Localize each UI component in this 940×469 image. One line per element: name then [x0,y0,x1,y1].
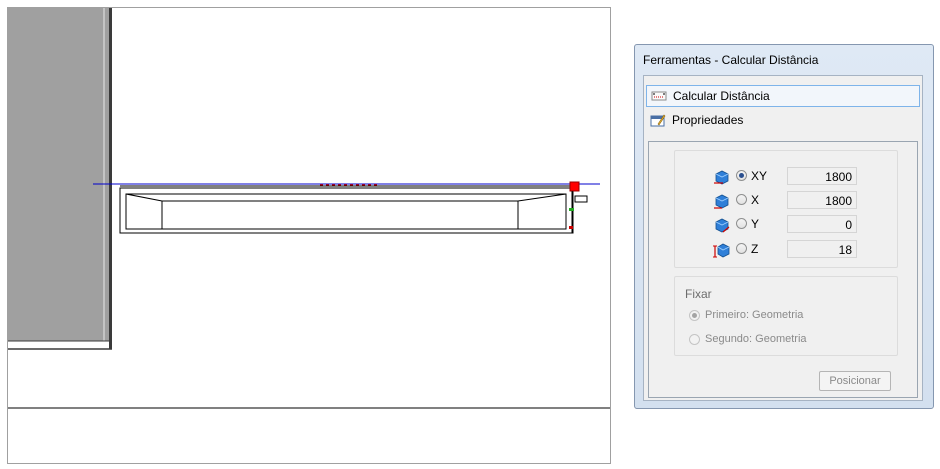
tab-propriedades-label: Propriedades [672,113,744,127]
x-axis-icon [714,194,729,209]
axes-group: XY 1800 X 1800 Y 0 Z 18 [674,150,898,268]
fixar-group: Fixar Primeiro: Geometria Segundo: Geome… [674,276,898,356]
axis-row-x: X 1800 [675,191,899,211]
cabinet-center-panel [161,200,519,230]
drawing-canvas[interactable] [8,8,611,464]
fixar-option-segundo: Segundo: Geometria [689,332,889,350]
value-xy: 1800 [787,167,857,185]
xy-axis-icon [714,170,729,185]
value-z: 18 [787,240,857,258]
axis-row-xy: XY 1800 [675,167,899,187]
tool-panel: Ferramentas - Calcular Distância Calcula… [634,44,934,409]
cabinet-bevel-left [125,193,163,202]
properties-icon [650,114,666,127]
dim-tick-red [569,226,573,229]
panel-body: Calcular Distância Propriedades XY 1800 … [643,75,923,401]
radio-y[interactable] [736,218,747,229]
posicionar-button[interactable]: Posicionar [819,371,891,391]
fixar-legend: Fixar [685,287,712,301]
y-axis-icon [715,218,730,233]
snap-point-marker[interactable] [569,181,580,192]
radio-segundo-geometria[interactable] [689,334,700,345]
dim-label-box [574,195,588,203]
distance-section: XY 1800 X 1800 Y 0 Z 18 Fixar Primeiro: … [648,141,918,398]
z-axis-icon [713,243,730,258]
value-x: 1800 [787,191,857,209]
axis-label-x: X [751,193,760,207]
wall-edge [109,8,112,349]
axis-label-z: Z [751,242,759,256]
radio-z[interactable] [736,243,747,254]
ruler-distance-icon [651,91,667,101]
cabinet-inner [125,193,567,230]
tab-propriedades[interactable]: Propriedades [646,109,920,131]
fixar-label-primeiro: Primeiro: Geometria [705,309,804,321]
fixar-label-segundo: Segundo: Geometria [705,333,807,345]
radio-primeiro-geometria[interactable] [689,310,700,321]
axis-row-y: Y 0 [675,215,899,235]
wall-block[interactable] [8,8,109,341]
dim-tick-green [569,208,574,211]
axis-label-xy: XY [751,169,768,183]
cabinet-outer[interactable] [119,187,574,234]
value-y: 0 [787,215,857,233]
cabinet-bevel-right [517,193,567,202]
fixar-option-primeiro: Primeiro: Geometria [689,308,889,326]
tab-calcular-distancia-label: Calcular Distância [673,89,770,103]
radio-x[interactable] [736,194,747,205]
panel-title: Ferramentas - Calcular Distância [643,53,819,67]
axis-row-z: Z 18 [675,240,899,260]
radio-xy[interactable] [736,170,747,181]
cad-viewport[interactable] [7,7,611,464]
tab-calcular-distancia[interactable]: Calcular Distância [646,85,920,107]
axis-label-y: Y [751,217,760,231]
